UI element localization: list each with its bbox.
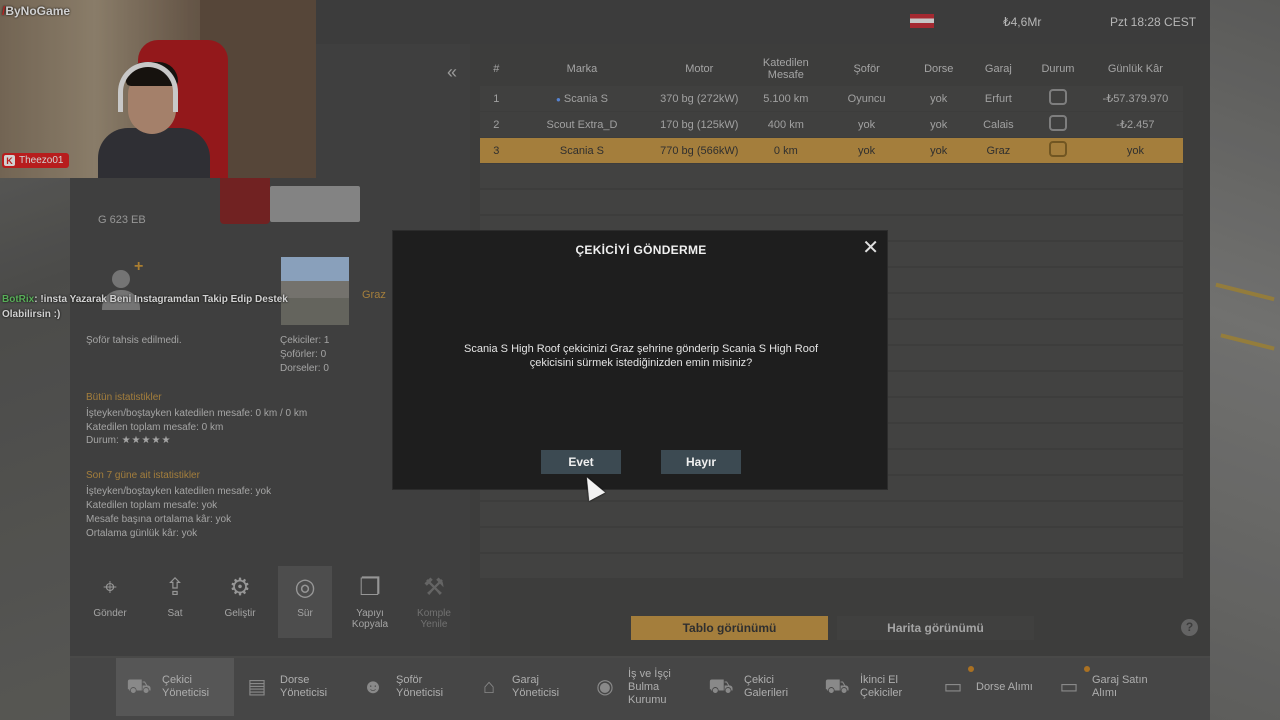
no-button[interactable]: Hayır: [661, 450, 741, 474]
yes-button[interactable]: Evet: [541, 450, 621, 474]
dialog-title: ÇEKİCİYİ GÖNDERME: [575, 243, 707, 257]
close-icon[interactable]: ✕: [862, 235, 879, 260]
dialog-message: Scania S High Roof çekicinizi Graz şehri…: [463, 343, 818, 369]
confirm-dialog: ÇEKİCİYİ GÖNDERME ✕ Scania S High Roof ç…: [392, 230, 888, 490]
